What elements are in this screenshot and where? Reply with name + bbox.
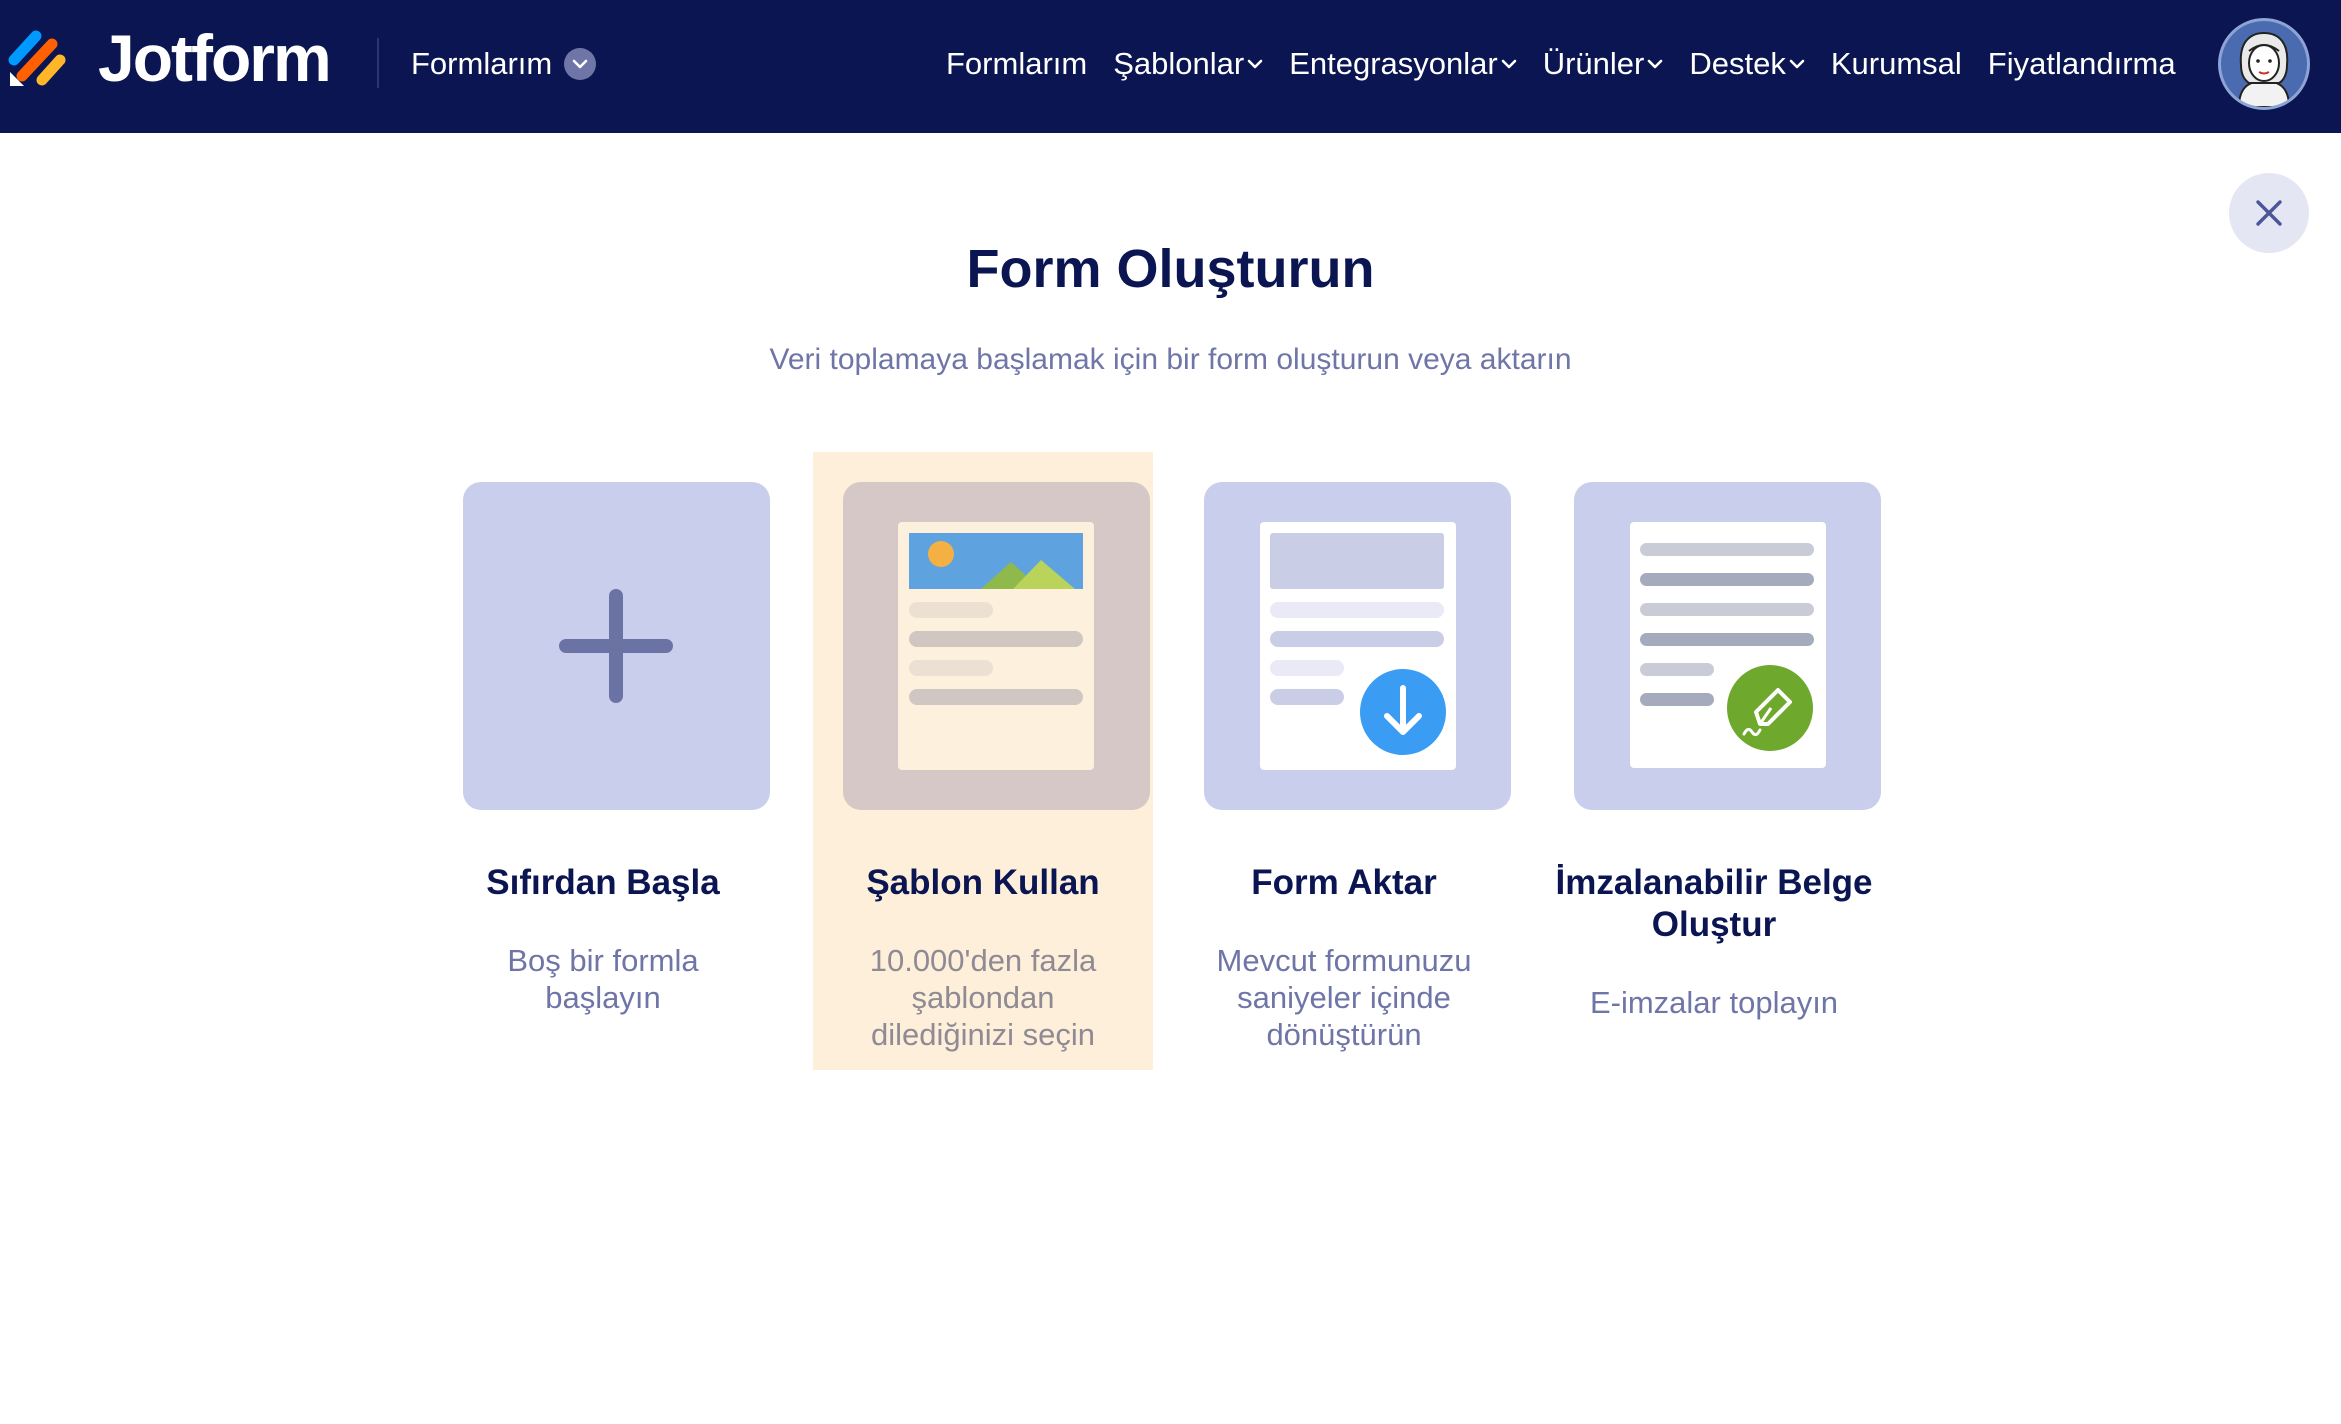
main-nav: Formlarım Şablonlar Entegrasyonlar Ürünl… xyxy=(946,40,2176,88)
nav-item-integrations[interactable]: Entegrasyonlar xyxy=(1289,46,1517,82)
user-avatar-icon xyxy=(2237,31,2291,107)
chevron-down-icon xyxy=(1648,59,1663,69)
option-title: Sıfırdan Başla xyxy=(486,863,720,902)
chevron-down-icon xyxy=(1247,59,1263,69)
option-import-form[interactable]: Form Aktar Mevcut formunuzu saniyeler iç… xyxy=(1174,452,1514,1070)
option-title: Form Aktar xyxy=(1251,863,1437,902)
nav-item-support[interactable]: Destek xyxy=(1689,46,1805,82)
page-title: Form Oluşturun xyxy=(966,239,1375,299)
close-icon xyxy=(2256,200,2282,226)
nav-item-enterprise[interactable]: Kurumsal xyxy=(1831,46,1962,82)
option-tile xyxy=(1204,482,1511,810)
option-start-from-scratch[interactable]: Sıfırdan Başla Boş bir formla başlayın xyxy=(433,452,773,1070)
brand-name[interactable]: Jotform xyxy=(98,18,332,98)
template-icon xyxy=(898,522,1094,770)
my-forms-dropdown[interactable]: Formlarım xyxy=(411,40,597,88)
jotform-logo-icon[interactable] xyxy=(8,26,70,88)
option-tile xyxy=(1574,482,1881,810)
my-forms-dropdown-label: Formlarım xyxy=(411,46,553,81)
nav-item-templates[interactable]: Şablonlar xyxy=(1113,46,1263,82)
option-description: Boş bir formla başlayın xyxy=(507,943,699,1015)
option-tile xyxy=(843,482,1150,810)
import-form-icon xyxy=(1260,522,1456,770)
option-description: Mevcut formunuzu saniyeler içinde dönüşt… xyxy=(1216,943,1472,1052)
header-divider xyxy=(377,38,379,88)
nav-item-pricing[interactable]: Fiyatlandırma xyxy=(1988,46,2176,82)
sign-document-icon xyxy=(1630,522,1826,768)
nav-item-products[interactable]: Ürünler xyxy=(1543,46,1664,82)
chevron-down-icon xyxy=(564,48,597,80)
chevron-down-icon xyxy=(1789,59,1805,69)
chevron-down-icon xyxy=(1501,59,1517,69)
option-description: 10.000'den fazla şablondan dilediğinizi … xyxy=(869,943,1097,1052)
option-use-template[interactable]: Şablon Kullan 10.000'den fazla şablondan… xyxy=(813,452,1153,1070)
user-avatar[interactable] xyxy=(2218,18,2310,110)
option-tile xyxy=(463,482,770,810)
plus-icon xyxy=(559,589,673,703)
nav-item-my-forms[interactable]: Formlarım xyxy=(946,46,1087,82)
option-title: İmzalanabilir Belge Oluştur xyxy=(1555,863,1873,944)
top-navigation-bar: Jotform Formlarım Formlarım Şablonlar En… xyxy=(0,0,2341,133)
option-title: Şablon Kullan xyxy=(866,863,1100,902)
option-signable-document[interactable]: İmzalanabilir Belge Oluştur E-imzalar to… xyxy=(1544,452,1884,1070)
page-subtitle: Veri toplamaya başlamak için bir form ol… xyxy=(769,343,1572,376)
option-description: E-imzalar toplayın xyxy=(1589,985,1839,1020)
